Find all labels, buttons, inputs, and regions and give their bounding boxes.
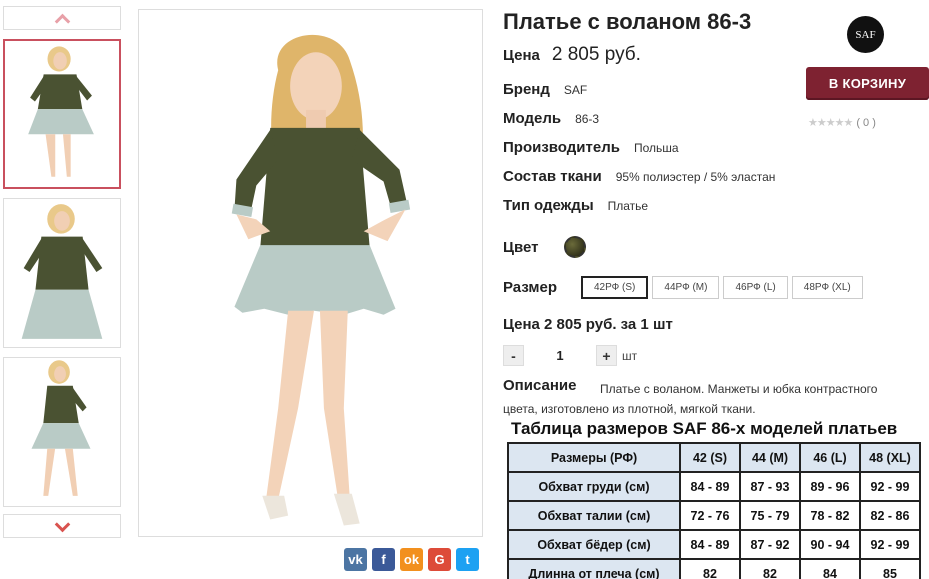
table-cell: 72 - 76 <box>679 500 741 531</box>
table-row: Обхват талии (см) 72 - 76 75 - 79 78 - 8… <box>507 500 921 531</box>
thumbnail-1[interactable] <box>3 39 121 189</box>
product-title: Платье с воланом 86-3 <box>503 9 752 34</box>
color-label: Цвет <box>503 239 539 256</box>
odnoklassniki-icon[interactable]: ok <box>400 548 423 571</box>
size-option-42[interactable]: 42РФ (S) <box>581 276 649 299</box>
table-cell: 87 - 92 <box>739 529 801 560</box>
quantity-unit: шт <box>622 348 638 363</box>
social-share-bar: vk f ok Gt <box>344 548 479 571</box>
spec-manufacturer: Производитель Польша <box>503 139 679 156</box>
add-to-cart-button[interactable]: В КОРЗИНУ <box>806 67 929 100</box>
spec-value: 86-3 <box>575 112 600 126</box>
table-cell: 84 - 89 <box>679 471 741 502</box>
thumbnail-scroll-up-button[interactable] <box>3 6 121 30</box>
vk-icon[interactable]: vk <box>344 548 367 571</box>
model-photo-thumbnail <box>5 41 119 187</box>
twitter-icon[interactable]: t <box>456 548 479 571</box>
model-photo <box>139 10 482 536</box>
googleplus-icon[interactable]: G <box>428 548 451 571</box>
table-header: 48 (XL) <box>859 442 921 473</box>
table-cell: 84 - 89 <box>679 529 741 560</box>
color-row: Цвет <box>503 239 538 256</box>
description-text: Платье с воланом. Манжеты и юбка контрас… <box>503 382 878 416</box>
table-cell: Обхват бёдер (см) <box>507 529 681 560</box>
spec-brand: Бренд SAF <box>503 81 587 98</box>
size-table: Размеры (РФ) 42 (S) 44 (M) 46 (L) 48 (XL… <box>507 442 921 579</box>
color-swatch[interactable] <box>564 236 586 258</box>
table-cell: 75 - 79 <box>739 500 801 531</box>
size-option-46[interactable]: 46РФ (L) <box>723 276 788 299</box>
table-header-row: Размеры (РФ) 42 (S) 44 (M) 46 (L) 48 (XL… <box>507 442 921 473</box>
brand-logo: SAF <box>847 16 884 53</box>
price-label: Цена <box>503 47 540 64</box>
quantity-stepper: - 1 + шт <box>503 345 637 366</box>
table-cell: 90 - 94 <box>799 529 861 560</box>
size-option-44[interactable]: 44РФ (M) <box>652 276 720 299</box>
spec-type: Тип одежды Платье <box>503 197 648 214</box>
table-cell: Длинна от плеча (см) <box>507 558 681 579</box>
table-cell: Обхват талии (см) <box>507 500 681 531</box>
table-cell: 87 - 93 <box>739 471 801 502</box>
chevron-down-icon <box>54 516 70 532</box>
table-cell: 84 <box>799 558 861 579</box>
spec-key: Модель <box>503 110 562 127</box>
spec-value: Платье <box>607 199 649 213</box>
table-cell: 92 - 99 <box>859 529 921 560</box>
spec-value: SAF <box>563 83 588 97</box>
spec-key: Тип одежды <box>503 197 594 214</box>
rating-stars-icon: ★★★★★ <box>808 117 853 129</box>
spec-key: Состав ткани <box>503 168 602 185</box>
size-option-48[interactable]: 48РФ (XL) <box>791 276 863 299</box>
quantity-value[interactable]: 1 <box>524 348 596 363</box>
table-header: 42 (S) <box>679 442 741 473</box>
rating[interactable]: ★★★★★ ( 0 ) <box>808 116 876 130</box>
size-label: Размер <box>503 279 558 296</box>
spec-value: Польша <box>633 141 679 155</box>
table-header: Размеры (РФ) <box>507 442 681 473</box>
size-row: Размер <box>503 279 557 296</box>
table-cell: 89 - 96 <box>799 471 861 502</box>
facebook-icon[interactable]: f <box>372 548 395 571</box>
quantity-decrease-button[interactable]: - <box>503 345 524 366</box>
main-product-photo[interactable] <box>138 9 483 537</box>
table-cell: 82 <box>679 558 741 579</box>
thumbnail-3[interactable] <box>3 357 121 507</box>
spec-key: Бренд <box>503 81 550 98</box>
size-table-title: Таблица размеров SAF 86-х моделей платье… <box>511 419 898 438</box>
price-value: 2 805 руб. <box>551 44 641 65</box>
chevron-up-icon <box>54 13 70 29</box>
table-row: Обхват груди (см) 84 - 89 87 - 93 89 - 9… <box>507 471 921 502</box>
spec-key: Производитель <box>503 139 620 156</box>
table-header: 46 (L) <box>799 442 861 473</box>
spec-model: Модель 86-3 <box>503 110 599 127</box>
price-per-unit: Цена 2 805 руб. за 1 шт <box>503 316 673 333</box>
thumbnail-scroll-down-button[interactable] <box>3 514 121 538</box>
price-row: Цена 2 805 руб. <box>503 44 641 66</box>
rating-count: ( 0 ) <box>856 116 876 129</box>
table-row: Обхват бёдер (см) 84 - 89 87 - 92 90 - 9… <box>507 529 921 560</box>
table-cell: 82 - 86 <box>859 500 921 531</box>
quantity-increase-button[interactable]: + <box>596 345 617 366</box>
table-cell: 92 - 99 <box>859 471 921 502</box>
table-row: Длинна от плеча (см) 82 82 84 85 <box>507 558 921 579</box>
table-cell: Обхват груди (см) <box>507 471 681 502</box>
table-cell: 78 - 82 <box>799 500 861 531</box>
model-photo-thumbnail <box>4 199 120 347</box>
table-cell: 85 <box>859 558 921 579</box>
spec-fabric: Состав ткани 95% полиэстер / 5% эластан <box>503 168 775 185</box>
table-cell: 82 <box>739 558 801 579</box>
thumbnail-2[interactable] <box>3 198 121 348</box>
table-header: 44 (M) <box>739 442 801 473</box>
spec-value: 95% полиэстер / 5% эластан <box>615 170 776 184</box>
size-options: 42РФ (S) 44РФ (M) 46РФ (L) 48РФ (XL) <box>581 276 863 299</box>
model-photo-thumbnail <box>4 358 120 506</box>
